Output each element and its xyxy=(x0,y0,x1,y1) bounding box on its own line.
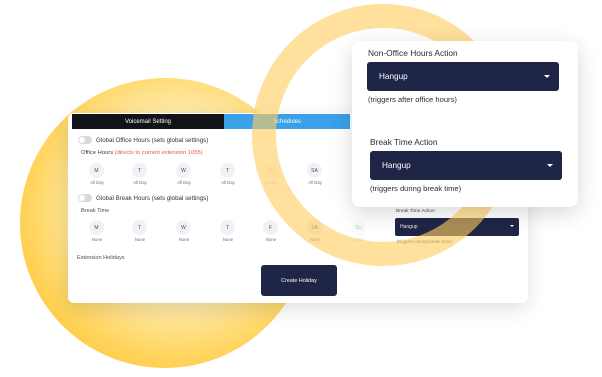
non-office-hours-action-value: Hangup xyxy=(379,72,408,81)
office-hours-note: (directs to current extension 1055) xyxy=(114,150,203,156)
office-hours-label: Office Hours (directs to current extensi… xyxy=(81,150,203,156)
day-circle: M xyxy=(89,163,104,178)
day-circle: T xyxy=(132,220,147,235)
day-circle: M xyxy=(89,220,104,235)
day-value: None xyxy=(91,237,103,242)
global-office-hours-toggle[interactable] xyxy=(78,136,92,144)
office-day-mon[interactable]: M All Day xyxy=(86,163,108,185)
day-value: None xyxy=(222,237,234,242)
extension-holidays-label: Extension Holidays xyxy=(77,255,125,261)
day-value: None xyxy=(265,237,277,242)
non-office-hours-action-note: (triggers after office hours) xyxy=(368,95,457,104)
global-office-hours-label: Global Office Hours (sets global setting… xyxy=(96,136,209,144)
create-holiday-button[interactable]: Create Holiday xyxy=(261,265,337,296)
break-time-action-select[interactable]: Hangup xyxy=(370,151,562,180)
global-office-hours-row: Global Office Hours (sets global setting… xyxy=(78,136,208,144)
break-time-action-note: (triggers during break time) xyxy=(370,184,462,193)
office-hours-title: Office Hours xyxy=(81,150,114,156)
day-value: All Day xyxy=(90,180,104,185)
global-break-hours-label: Global Break Hours (sets global settings… xyxy=(96,194,209,202)
non-office-hours-action-select[interactable]: Hangup xyxy=(367,62,559,91)
break-time-label: Break Time xyxy=(81,208,110,214)
chevron-down-icon xyxy=(547,164,553,167)
day-circle: F xyxy=(263,220,278,235)
day-value: None xyxy=(134,237,146,242)
day-value: All Day xyxy=(133,180,147,185)
office-day-tue[interactable]: T All Day xyxy=(129,163,151,185)
break-time-action-title: Break Time Action xyxy=(370,137,438,147)
break-time-action-value: Hangup xyxy=(382,161,411,170)
day-circle: W xyxy=(176,163,191,178)
non-office-hours-action-title: Non-Office Hours Action xyxy=(368,48,458,58)
day-circle: T xyxy=(220,163,235,178)
day-value: All Day xyxy=(177,180,191,185)
break-day-tue[interactable]: T None xyxy=(129,220,151,242)
global-break-hours-toggle[interactable] xyxy=(78,194,92,202)
chevron-down-icon xyxy=(510,225,514,227)
chevron-down-icon xyxy=(544,75,550,78)
action-settings-panel: Non-Office Hours Action Hangup (triggers… xyxy=(352,41,578,207)
day-circle: T xyxy=(132,163,147,178)
day-circle: T xyxy=(220,220,235,235)
office-day-wed[interactable]: W All Day xyxy=(173,163,195,185)
tab-voicemail-setting[interactable]: Voicemail Setting xyxy=(72,114,224,129)
break-day-thu[interactable]: T None xyxy=(217,220,239,242)
office-day-thu[interactable]: T All Day xyxy=(217,163,239,185)
break-day-fri[interactable]: F None xyxy=(260,220,282,242)
break-day-wed[interactable]: W None xyxy=(173,220,195,242)
global-break-hours-row: Global Break Hours (sets global settings… xyxy=(78,194,208,202)
break-day-mon[interactable]: M None xyxy=(86,220,108,242)
day-value: None xyxy=(178,237,190,242)
day-value: All Day xyxy=(221,180,235,185)
day-circle: W xyxy=(176,220,191,235)
